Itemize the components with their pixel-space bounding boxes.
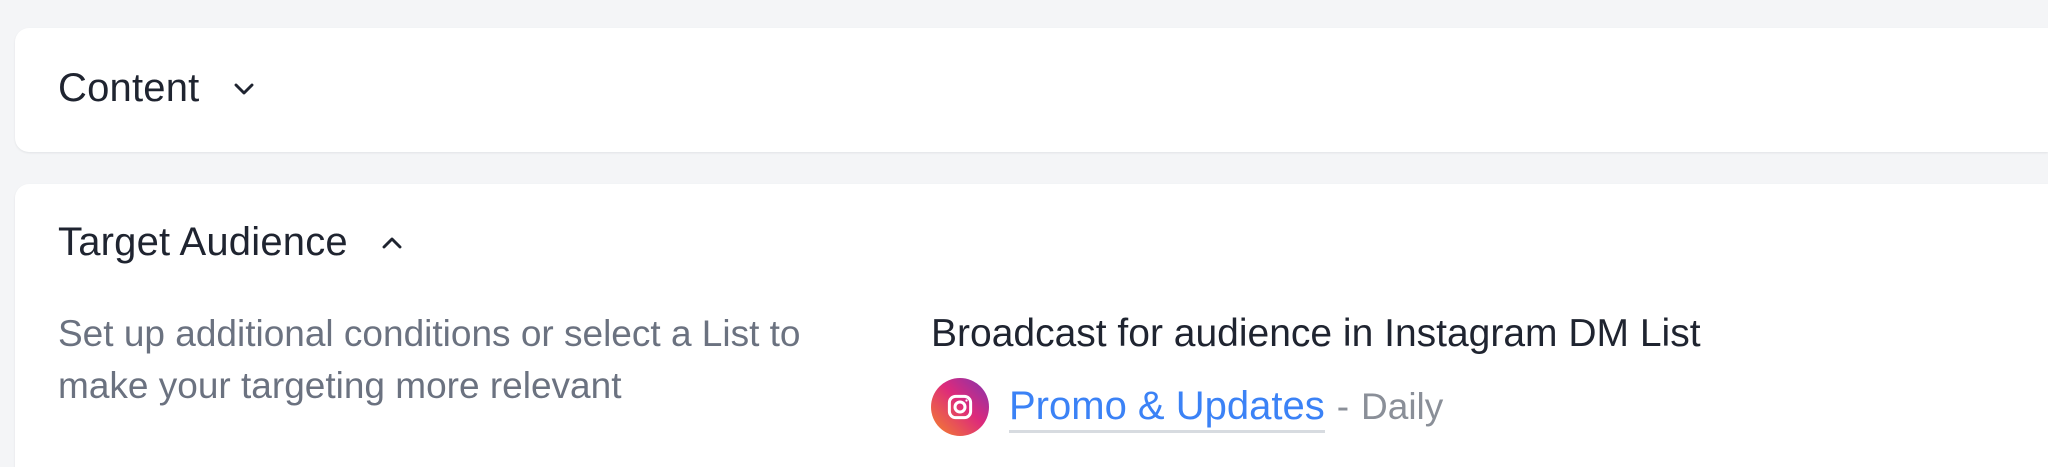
target-audience-section-toggle[interactable]: Target Audience [58, 220, 408, 265]
target-audience-section-card: Target Audience Set up additional condit… [15, 184, 2048, 467]
target-audience-description: Set up additional conditions or select a… [58, 313, 801, 406]
list-separator: - [1336, 386, 1350, 427]
chevron-down-icon [228, 73, 260, 105]
instagram-icon [931, 378, 989, 436]
page: Content Target Audience Set up additiona… [0, 0, 2048, 467]
list-frequency: Daily [1361, 386, 1444, 427]
chevron-up-icon [376, 227, 408, 259]
content-section-title: Content [58, 66, 200, 110]
selected-list-row: Promo & Updates - Daily [931, 378, 1701, 436]
broadcast-target-panel: Broadcast for audience in Instagram DM L… [931, 308, 1701, 436]
content-section-card: Content [15, 28, 2048, 152]
content-section-toggle[interactable]: Content [58, 66, 260, 111]
list-name-link[interactable]: Promo & Updates [1009, 382, 1325, 433]
broadcast-target-title: Broadcast for audience in Instagram DM L… [931, 312, 1701, 355]
target-audience-section-title: Target Audience [58, 220, 348, 264]
